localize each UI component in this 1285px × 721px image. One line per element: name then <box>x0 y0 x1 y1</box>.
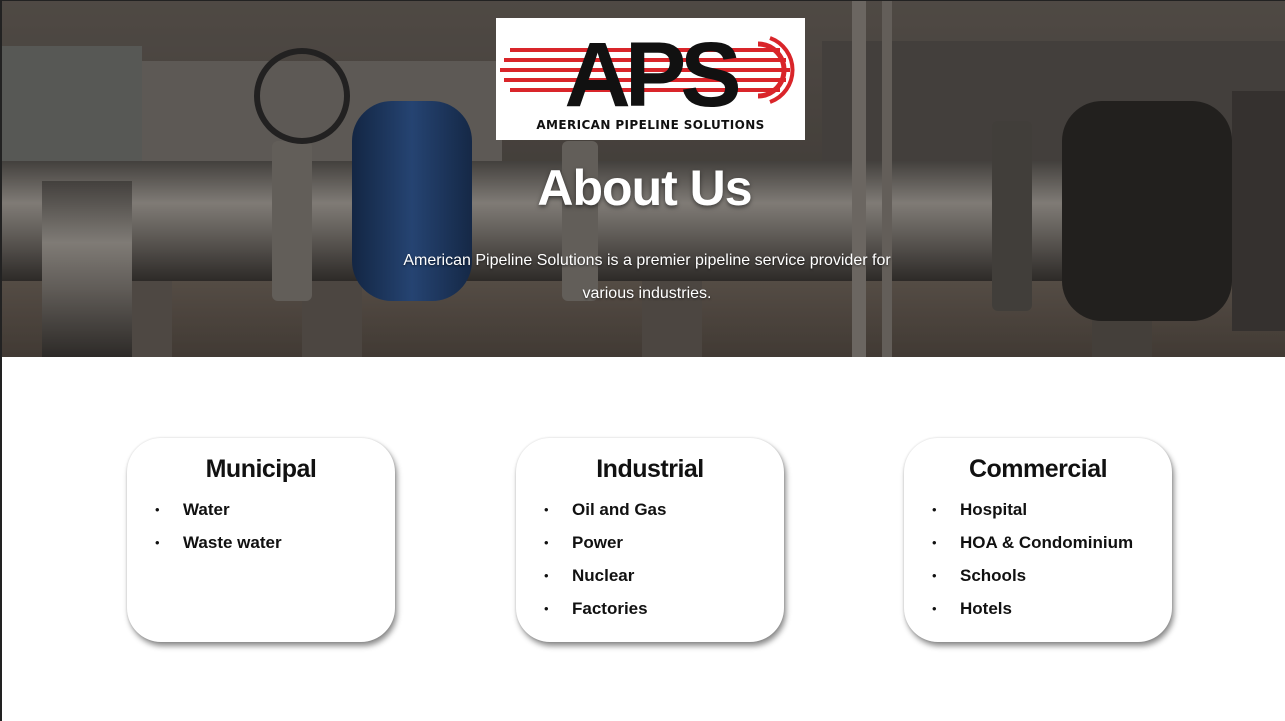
card-list: • Water • Waste water <box>127 498 395 564</box>
page-title: About Us <box>537 160 752 216</box>
hero-banner: APS AMERICAN PIPELINE SOLUTIONS About Us… <box>2 1 1285 357</box>
bullet-icon: • <box>155 535 160 550</box>
list-item: • Factories <box>516 597 784 630</box>
card-title: Industrial <box>596 455 704 483</box>
card-title: Municipal <box>205 455 317 483</box>
list-item: • HOA & Condominium <box>904 531 1172 564</box>
card-industrial: Industrial • Oil and Gas • Power • Nuclear … <box>516 438 784 642</box>
hero-description: American Pipeline Solutions is a premier… <box>403 252 891 302</box>
list-item: • Hotels <box>904 597 1172 630</box>
list-item: • Waste water <box>127 531 395 564</box>
bullet-icon: • <box>544 601 549 616</box>
bullet-icon: • <box>932 601 937 616</box>
slide: APS AMERICAN PIPELINE SOLUTIONS About Us… <box>0 0 1285 721</box>
bullet-icon: • <box>544 502 549 517</box>
card-municipal: Municipal • Water • Waste water <box>127 438 395 642</box>
list-item: • Power <box>516 531 784 564</box>
bullet-icon: • <box>932 568 937 583</box>
bullet-icon: • <box>155 502 160 517</box>
list-item: • Water <box>127 498 395 531</box>
card-commercial: Commercial • Hospital • HOA & Condominium … <box>904 438 1172 642</box>
company-logo: APS AMERICAN PIPELINE SOLUTIONS <box>496 18 805 140</box>
bullet-icon: • <box>932 502 937 517</box>
logo-subtitle: AMERICAN PIPELINE SOLUTIONS <box>536 118 765 132</box>
list-item: • Hospital <box>904 498 1172 531</box>
list-item: • Nuclear <box>516 564 784 597</box>
list-item: • Schools <box>904 564 1172 597</box>
card-list: • Hospital • HOA & Condominium • Schools • H… <box>904 498 1172 630</box>
bullet-icon: • <box>544 535 549 550</box>
bullet-icon: • <box>544 568 549 583</box>
card-title: Commercial <box>968 455 1108 483</box>
card-list: • Oil and Gas • Power • Nuclear • Factories <box>516 498 784 630</box>
svg-text:APS: APS <box>564 24 738 126</box>
bullet-icon: • <box>932 535 937 550</box>
list-item: • Oil and Gas <box>516 498 784 531</box>
